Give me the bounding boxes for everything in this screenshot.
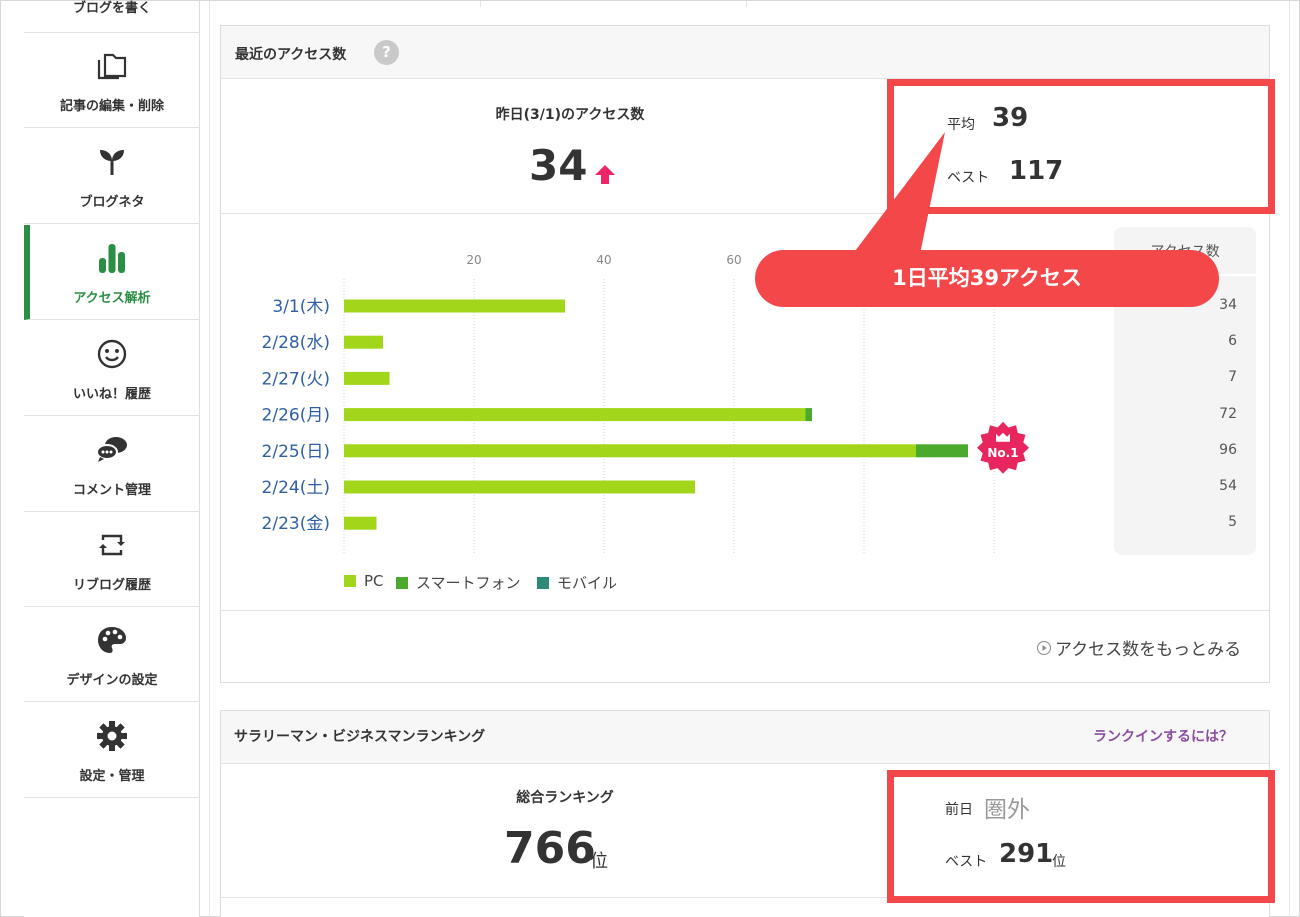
sidebar-item-design[interactable]: デザインの設定 bbox=[24, 607, 200, 702]
sidebar-item-edit[interactable]: 記事の編集・削除 bbox=[24, 33, 200, 128]
legend-label: PC bbox=[364, 572, 384, 590]
legend-label: モバイル bbox=[557, 574, 618, 592]
smile-icon bbox=[24, 339, 200, 369]
comment-icon bbox=[24, 435, 200, 465]
sidebar-item-label: コメント管理 bbox=[72, 483, 151, 498]
bar-chart-icon bbox=[24, 243, 200, 273]
sidebar-item-write[interactable]: ブログを書く bbox=[24, 1, 200, 33]
access-panel-header: 最近のアクセス数 ? bbox=[221, 26, 1269, 79]
sidebar-item-label: 記事の編集・削除 bbox=[59, 99, 164, 114]
sidebar-item-settings[interactable]: 設定・管理 bbox=[24, 703, 200, 798]
sidebar-item-reblog[interactable]: リブログ履歴 bbox=[24, 512, 200, 607]
divider bbox=[221, 610, 1269, 611]
sidebar-item-label: いいね！履歴 bbox=[72, 387, 151, 402]
sidebar-item-label: 設定・管理 bbox=[79, 769, 145, 784]
total-ranking-value: 766 bbox=[504, 823, 596, 874]
rank-in-link[interactable]: ランクインするには？ bbox=[1093, 726, 1233, 746]
access-table-cell: 7 bbox=[1228, 369, 1237, 386]
yesterday-label: 昨日(3/1)のアクセス数 bbox=[495, 107, 645, 123]
highlight-box-ranking bbox=[887, 770, 1275, 903]
highlight-box-average bbox=[887, 79, 1275, 214]
total-ranking-label: 総合ランキング bbox=[516, 790, 614, 806]
total-ranking-unit: 位 bbox=[590, 851, 608, 872]
legend-item-pc: PC bbox=[344, 572, 384, 590]
sprout-icon bbox=[24, 147, 200, 177]
folder-icon bbox=[24, 51, 200, 81]
yesterday-value: 34 bbox=[529, 141, 588, 190]
sidebar-item-comments[interactable]: コメント管理 bbox=[24, 417, 200, 512]
access-table-cell: 96 bbox=[1219, 441, 1237, 458]
main-border-right bbox=[1289, 1, 1290, 917]
sidebar-item-label: リブログ履歴 bbox=[72, 578, 151, 593]
gear-icon bbox=[24, 721, 200, 751]
sidebar-item-analytics[interactable]: アクセス解析 bbox=[24, 225, 200, 320]
access-table-cell: 54 bbox=[1219, 478, 1237, 494]
sidebar-item-label: デザインの設定 bbox=[66, 673, 158, 688]
sidebar-item-label: アクセス解析 bbox=[73, 291, 151, 306]
more-access-link[interactable]: アクセス数をもっとみる bbox=[1037, 635, 1241, 660]
callout-text: 1日平均39アクセス bbox=[892, 266, 1082, 290]
up-arrow-icon bbox=[595, 165, 615, 184]
play-circle-icon bbox=[1037, 640, 1051, 655]
legend-label: スマートフォン bbox=[416, 574, 521, 592]
access-table-cell: 5 bbox=[1228, 514, 1237, 531]
sidebar: ブログを書く 記事の編集・削除 ブログネタ アクセス解析 いいね！履歴 コメント… bbox=[24, 1, 200, 917]
access-panel-title: 最近のアクセス数 bbox=[235, 47, 347, 63]
more-access-label: アクセス数をもっとみる bbox=[1055, 640, 1242, 660]
legend-item-mobile: モバイル bbox=[537, 572, 617, 593]
help-icon[interactable]: ? bbox=[374, 40, 399, 65]
sidebar-item-label: ブログを書く bbox=[72, 1, 151, 16]
ranking-title: サラリーマン・ビジネスマンランキング bbox=[234, 729, 486, 745]
access-table-cell: 6 bbox=[1228, 333, 1237, 350]
access-table-cell: 72 bbox=[1219, 405, 1237, 422]
sidebar-item-label: ブログネタ bbox=[79, 195, 145, 210]
sidebar-item-likes[interactable]: いいね！履歴 bbox=[24, 321, 200, 416]
palette-icon bbox=[24, 625, 200, 655]
sidebar-item-blogneta[interactable]: ブログネタ bbox=[24, 129, 200, 224]
main-border-left bbox=[209, 1, 210, 917]
legend-item-smartphone: スマートフォン bbox=[396, 572, 521, 593]
reblog-icon bbox=[24, 530, 200, 560]
